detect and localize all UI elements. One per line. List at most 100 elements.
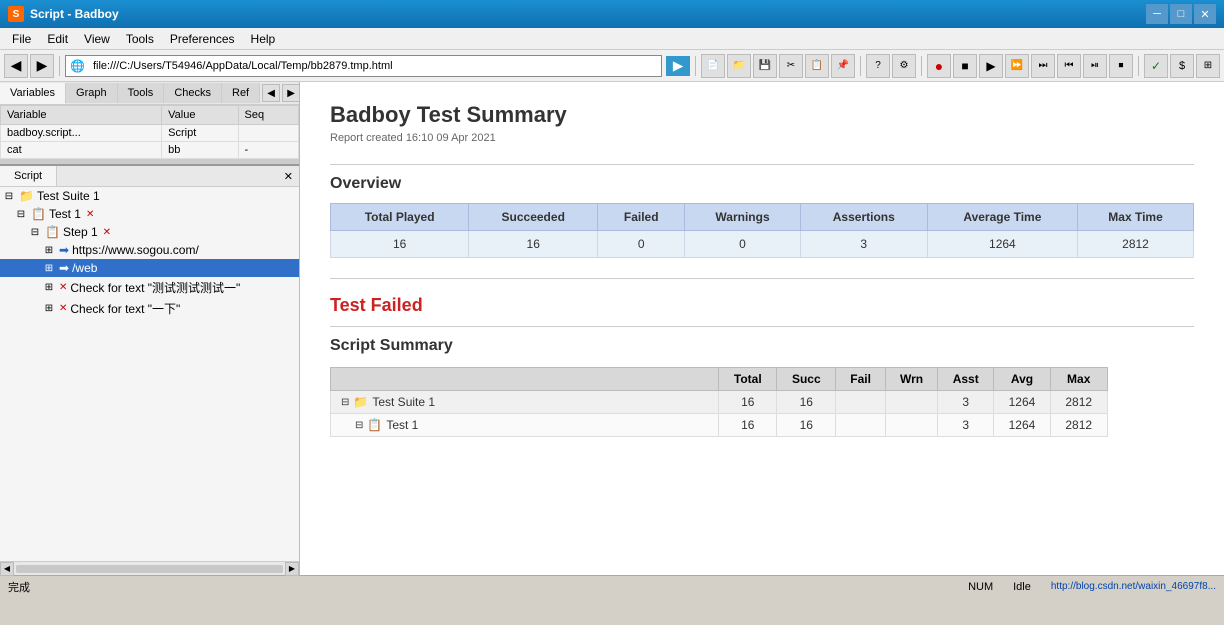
dollar-btn[interactable]: $ — [1170, 54, 1194, 78]
col-value: Value — [162, 106, 238, 125]
step-btn[interactable]: ⏯ — [1083, 54, 1107, 78]
settings-btn[interactable]: ⚙ — [892, 54, 916, 78]
misc-btn[interactable]: ⏹ — [1109, 54, 1133, 78]
tab-variables[interactable]: Variables — [0, 83, 66, 104]
test-icon: 📋 — [31, 207, 46, 221]
sum-suite-succ: 16 — [777, 391, 836, 414]
left-panel: Variables Graph Tools Checks Ref ◀ ▶ ✕ V… — [0, 82, 300, 575]
go-button[interactable]: ▶ — [666, 56, 690, 76]
back-button[interactable]: ◀ — [4, 54, 28, 78]
grid-btn[interactable]: ⊞ — [1196, 54, 1220, 78]
sum-col-succ: Succ — [777, 368, 836, 391]
var-seq-1 — [238, 125, 299, 142]
maximize-button[interactable]: □ — [1170, 4, 1192, 24]
new-btn[interactable]: 📄 — [701, 54, 725, 78]
play-fast-btn[interactable]: ⏩ — [1005, 54, 1029, 78]
copy-btn[interactable]: 📋 — [805, 54, 829, 78]
summary-test-row: ⊟ 📋 Test 1 16 16 3 1264 2812 — [331, 414, 1108, 437]
left-panel-header: Variables Graph Tools Checks Ref ◀ ▶ ✕ — [0, 82, 299, 105]
close-button[interactable]: ✕ — [1194, 4, 1216, 24]
sum-col-total: Total — [719, 368, 777, 391]
col-max-time: Max Time — [1078, 204, 1194, 231]
sum-suite-avg: 1264 — [994, 391, 1051, 414]
val-max-time: 2812 — [1078, 231, 1194, 258]
sum-test-total: 16 — [719, 414, 777, 437]
verify-btn[interactable]: ✓ — [1144, 54, 1168, 78]
status-num: NUM — [968, 581, 993, 593]
expand-icon-web[interactable]: ⊞ — [42, 263, 56, 274]
divider-1 — [330, 164, 1194, 165]
test-label: Test 1 — [49, 207, 81, 221]
menu-help[interactable]: Help — [243, 30, 284, 48]
report-content: Badboy Test Summary Report created 16:10… — [300, 82, 1224, 457]
help-btn[interactable]: ? — [866, 54, 890, 78]
val-avg-time: 1264 — [927, 231, 1077, 258]
record-btn[interactable]: ● — [927, 54, 951, 78]
col-succeeded: Succeeded — [469, 204, 598, 231]
expand-icon-check1[interactable]: ⊞ — [42, 282, 56, 293]
app-icon: S — [8, 6, 24, 22]
variable-row-1[interactable]: badboy.script... Script — [1, 125, 299, 142]
script-panel-close-btn[interactable]: ✕ — [278, 168, 299, 185]
nav-right-btn[interactable]: ▶ — [282, 84, 300, 102]
report-title: Badboy Test Summary — [330, 102, 1194, 128]
tab-ref[interactable]: Ref — [222, 83, 260, 103]
sogou-label: https://www.sogou.com/ — [72, 243, 199, 257]
check-label-1: Check for text "测试测试测试一" — [70, 279, 240, 296]
col-variable: Variable — [1, 106, 162, 125]
step-icon: 📋 — [45, 225, 60, 239]
sum-col-name — [331, 368, 719, 391]
scroll-right-btn[interactable]: ▶ — [285, 562, 299, 576]
menu-file[interactable]: File — [4, 30, 39, 48]
h-scroll-thumb[interactable] — [16, 565, 283, 573]
scroll-left-btn[interactable]: ◀ — [0, 562, 14, 576]
play-btn[interactable]: ▶ — [979, 54, 1003, 78]
forward-button[interactable]: ▶ — [30, 54, 54, 78]
menu-edit[interactable]: Edit — [39, 30, 76, 48]
h-scrollbar[interactable]: ◀ ▶ — [0, 561, 299, 575]
minimize-button[interactable]: ─ — [1146, 4, 1168, 24]
step-fail-icon: ✕ — [103, 227, 111, 238]
expand-icon-check2[interactable]: ⊞ — [42, 303, 56, 314]
stop-btn[interactable]: ■ — [953, 54, 977, 78]
tree-item-test-1[interactable]: ⊟ 📋 Test 1 ✕ — [0, 205, 299, 223]
skip-btn[interactable]: ⏭ — [1031, 54, 1055, 78]
tree-item-step-1[interactable]: ⊟ 📋 Step 1 ✕ — [0, 223, 299, 241]
status-text: 完成 — [8, 579, 948, 595]
expand-icon-sogou[interactable]: ⊞ — [42, 245, 56, 256]
menu-preferences[interactable]: Preferences — [162, 30, 243, 48]
tree-item-check-1[interactable]: ⊞ ✕ Check for text "测试测试测试一" — [0, 277, 299, 298]
check-fail-icon-1: ✕ — [59, 282, 67, 293]
paste-btn[interactable]: 📌 — [831, 54, 855, 78]
variables-table: Variable Value Seq badboy.script... Scri… — [0, 105, 299, 159]
cut-btn[interactable]: ✂ — [779, 54, 803, 78]
test-icon-sum: 📋 — [367, 418, 382, 432]
address-input[interactable] — [89, 56, 657, 76]
tab-checks[interactable]: Checks — [164, 83, 222, 103]
nav-left-btn[interactable]: ◀ — [262, 84, 280, 102]
suite-name-label: ⊟ 📁 Test Suite 1 — [341, 395, 708, 409]
menu-bar: File Edit View Tools Preferences Help — [0, 28, 1224, 50]
expand-icon-test[interactable]: ⊟ — [14, 209, 28, 220]
menu-view[interactable]: View — [76, 30, 118, 48]
menu-tools[interactable]: Tools — [118, 30, 162, 48]
toolbar-separator-2 — [695, 56, 696, 76]
tree-item-web[interactable]: ⊞ ➡ /web — [0, 259, 299, 277]
tab-tools[interactable]: Tools — [118, 83, 165, 103]
tab-graph[interactable]: Graph — [66, 83, 118, 103]
prev-btn[interactable]: ⏮ — [1057, 54, 1081, 78]
save-btn[interactable]: 💾 — [753, 54, 777, 78]
variable-row-2[interactable]: cat bb - — [1, 142, 299, 159]
check-fail-icon-2: ✕ — [59, 303, 67, 314]
tab-script[interactable]: Script — [0, 166, 57, 186]
tree-item-sogou[interactable]: ⊞ ➡ https://www.sogou.com/ — [0, 241, 299, 259]
open-btn[interactable]: 📁 — [727, 54, 751, 78]
sum-col-max: Max — [1050, 368, 1107, 391]
sum-suite-max: 2812 — [1050, 391, 1107, 414]
tree-item-check-2[interactable]: ⊞ ✕ Check for text "一下" — [0, 298, 299, 319]
expand-icon-suite[interactable]: ⊟ — [2, 191, 16, 202]
expand-icon-step[interactable]: ⊟ — [28, 227, 42, 238]
tree-item-test-suite-1[interactable]: ⊟ 📁 Test Suite 1 — [0, 187, 299, 205]
sum-col-fail: Fail — [836, 368, 886, 391]
suite-label: Test Suite 1 — [37, 189, 100, 203]
